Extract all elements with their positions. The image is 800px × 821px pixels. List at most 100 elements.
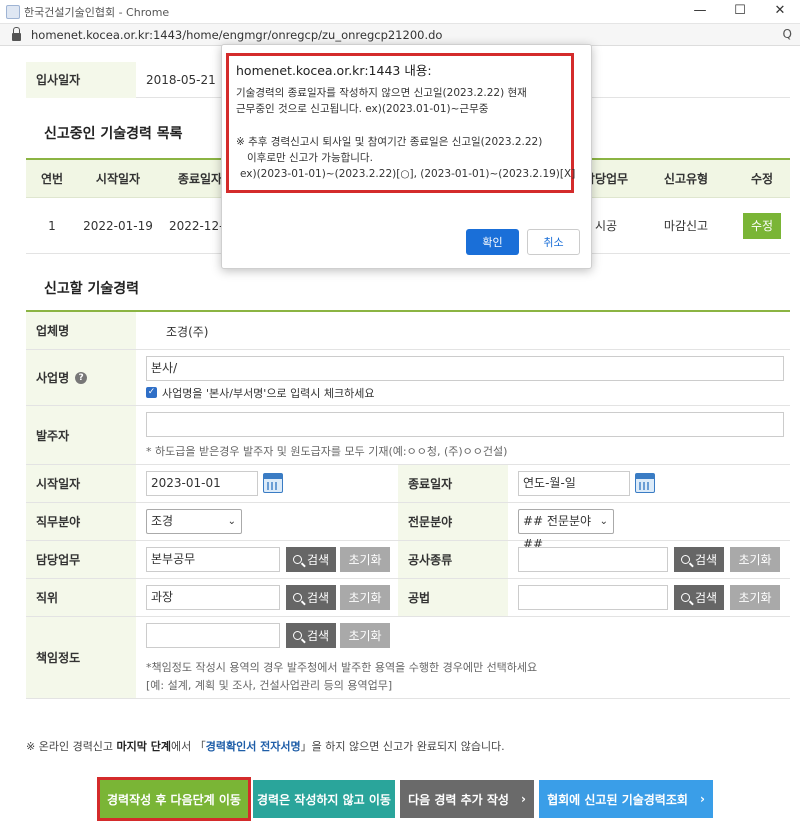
lookup-career-button[interactable]: 협회에 신고된 기술경력조회 › bbox=[539, 780, 713, 818]
responsibility-reset-button[interactable]: 초기화 bbox=[340, 623, 390, 648]
company-label: 업체명 bbox=[26, 312, 136, 349]
client-hint: * 하도급을 받은경우 발주자 및 원도급자를 모두 기재(예:ㅇㅇ청, (주)… bbox=[146, 445, 508, 458]
dialog-line-4: 이후로만 신고가 가능합니다. bbox=[247, 152, 373, 164]
search-icon bbox=[292, 593, 302, 602]
minimize-icon[interactable]: — bbox=[680, 0, 720, 24]
work-type-search-button[interactable]: 검색 bbox=[674, 547, 724, 572]
url-text[interactable]: homenet.kocea.or.kr:1443/home/engmgr/onr… bbox=[31, 28, 442, 42]
position-reset-button[interactable]: 초기화 bbox=[340, 585, 390, 610]
lookup-label: 협회에 신고된 기술경력조회 bbox=[547, 792, 688, 807]
edit-button[interactable]: 수정 bbox=[743, 212, 781, 239]
add-next-label: 다음 경력 추가 작성 bbox=[408, 792, 509, 807]
search-label: 검색 bbox=[306, 553, 330, 567]
method-reset-button[interactable]: 초기화 bbox=[730, 585, 780, 610]
address-bar[interactable]: homenet.kocea.or.kr:1443/home/engmgr/onr… bbox=[0, 24, 800, 46]
start-calendar-icon[interactable] bbox=[263, 473, 283, 493]
dialog-line-1: 기술경력의 종료일자를 작성하지 않으면 신고일(2023.2.22) 현재 bbox=[236, 87, 527, 99]
field-row: 직무분야 조경 ⌄ 전문분야 ## 전문분야 ## ⌄ bbox=[26, 503, 790, 551]
row-start: 2022-01-19 bbox=[83, 218, 153, 233]
notice-suffix: 」을 하지 않으면 신고가 완료되지 않습니다. bbox=[300, 740, 505, 753]
start-date-input[interactable]: 2023-01-01 bbox=[146, 471, 258, 496]
notice-blue: 경력확인서 전자서명 bbox=[205, 740, 301, 753]
zoom-search-icon[interactable]: Q bbox=[783, 27, 792, 41]
responsibility-hint-2: [예: 설계, 계획 및 조사, 건설사업관리 등의 용역업무] bbox=[146, 679, 393, 692]
help-icon[interactable]: ? bbox=[75, 371, 88, 384]
business-label-cell: 사업명 ? bbox=[26, 350, 136, 405]
duty-input[interactable]: 본부공무 bbox=[146, 547, 280, 572]
chevron-down-icon: ⌄ bbox=[227, 516, 236, 527]
next-step-button[interactable]: 경력작성 후 다음단계 이동 bbox=[97, 777, 251, 821]
business-label: 사업명 bbox=[36, 371, 70, 385]
window-controls: — ☐ ✕ bbox=[680, 0, 800, 24]
responsibility-hint-1: *책임정도 작성시 용역의 경우 발주청에서 발주한 용역을 수행한 경우에만 … bbox=[146, 661, 538, 674]
window-title: 한국건설기술인협회 - Chrome bbox=[24, 5, 170, 19]
business-row: 사업명 ? 본사/ ✓ 사업명을 '본사/부서명'으로 입력시 체크하세요 bbox=[26, 350, 790, 406]
row-edit-cell: 수정 bbox=[734, 198, 790, 253]
position-input[interactable]: 과장 bbox=[146, 585, 280, 610]
maximize-icon[interactable]: ☐ bbox=[720, 0, 760, 24]
duty-label: 담당업무 bbox=[26, 541, 136, 578]
header-type: 신고유형 bbox=[663, 172, 709, 186]
end-date-label: 종료일자 bbox=[398, 465, 508, 502]
hire-date-label: 입사일자 bbox=[26, 62, 136, 98]
position-row: 직위 과장 검색 초기화 공법 검색 초기화 bbox=[26, 579, 790, 617]
duty-reset-button[interactable]: 초기화 bbox=[340, 547, 390, 572]
signature-notice: ※ 온라인 경력신고 마지막 단계에서 「경력확인서 전자서명」을 하지 않으면… bbox=[26, 738, 505, 754]
method-search-button[interactable]: 검색 bbox=[674, 585, 724, 610]
position-search-button[interactable]: 검색 bbox=[286, 585, 336, 610]
app-favicon-icon bbox=[6, 4, 20, 19]
job-field-value: 조경 bbox=[151, 514, 174, 528]
specialty-select[interactable]: ## 전문분야 ## ⌄ bbox=[518, 509, 614, 551]
duty-search-button[interactable]: 검색 bbox=[286, 547, 336, 572]
work-type-reset-button[interactable]: 초기화 bbox=[730, 547, 780, 572]
dialog-line-5: ex)(2023-01-01)~(2023.2.22)[○], (2023-01… bbox=[240, 168, 576, 180]
add-next-career-button[interactable]: 다음 경력 추가 작성 › bbox=[400, 780, 534, 818]
skip-career-button[interactable]: 경력은 작성하지 않고 이동 bbox=[253, 780, 395, 818]
ok-button[interactable]: 확인 bbox=[466, 229, 519, 255]
cancel-button[interactable]: 취소 bbox=[527, 229, 580, 255]
responsibility-input[interactable] bbox=[146, 623, 280, 648]
chevron-right-icon: › bbox=[520, 792, 526, 806]
duty-row: 담당업무 본부공무 검색 초기화 공사종류 검색 초기화 bbox=[26, 541, 790, 579]
notice-bold: 마지막 단계 bbox=[116, 740, 171, 753]
notice-prefix: ※ 온라인 경력신고 bbox=[26, 740, 117, 753]
search-icon bbox=[292, 555, 302, 564]
date-row: 시작일자 2023-01-01 종료일자 연도-월-일 bbox=[26, 465, 790, 503]
dialog-title: homenet.kocea.or.kr:1443 내용: bbox=[236, 63, 432, 78]
dept-checkbox[interactable]: ✓ bbox=[146, 387, 157, 398]
header-no: 연번 bbox=[40, 172, 64, 186]
responsibility-label: 책임정도 bbox=[26, 617, 136, 698]
lock-icon bbox=[12, 26, 21, 41]
end-calendar-icon[interactable] bbox=[635, 473, 655, 493]
work-type-input[interactable] bbox=[518, 547, 668, 572]
row-no: 1 bbox=[48, 218, 56, 233]
responsibility-search-button[interactable]: 검색 bbox=[286, 623, 336, 648]
career-form: 업체명 조경(주) 사업명 ? 본사/ ✓ 사업명을 '본사/부서명'으로 입력… bbox=[26, 310, 790, 699]
position-label: 직위 bbox=[26, 579, 136, 616]
chevron-down-icon: ⌄ bbox=[599, 516, 608, 527]
search-label: 검색 bbox=[694, 553, 718, 567]
client-input[interactable] bbox=[146, 412, 784, 437]
search-icon bbox=[680, 555, 690, 564]
header-edit: 수정 bbox=[750, 172, 774, 186]
job-field-label: 직무분야 bbox=[26, 503, 136, 540]
work-type-label: 공사종류 bbox=[398, 541, 508, 578]
method-input[interactable] bbox=[518, 585, 668, 610]
search-label: 검색 bbox=[694, 591, 718, 605]
search-label: 검색 bbox=[306, 629, 330, 643]
close-icon[interactable]: ✕ bbox=[760, 0, 800, 24]
dept-checkbox-label: 사업명을 '본사/부서명'으로 입력시 체크하세요 bbox=[162, 387, 375, 400]
responsibility-row: 책임정도 검색 초기화 *책임정도 작성시 용역의 경우 발주청에서 발주한 용… bbox=[26, 617, 790, 699]
company-value: 조경(주) bbox=[166, 325, 209, 339]
client-label: 발주자 bbox=[26, 406, 136, 464]
search-icon bbox=[680, 593, 690, 602]
new-career-title: 신고할 기술경력 bbox=[44, 281, 140, 297]
current-career-title: 신고중인 기술경력 목록 bbox=[44, 126, 183, 142]
browser-titlebar: 한국건설기술인협회 - Chrome — ☐ ✕ bbox=[0, 0, 800, 24]
start-date-label: 시작일자 bbox=[26, 465, 136, 502]
end-date-input[interactable]: 연도-월-일 bbox=[518, 471, 630, 496]
search-label: 검색 bbox=[306, 591, 330, 605]
client-row: 발주자 * 하도급을 받은경우 발주자 및 원도급자를 모두 기재(예:ㅇㅇ청,… bbox=[26, 406, 790, 465]
business-input[interactable]: 본사/ bbox=[146, 356, 784, 381]
job-field-select[interactable]: 조경 ⌄ bbox=[146, 509, 242, 534]
